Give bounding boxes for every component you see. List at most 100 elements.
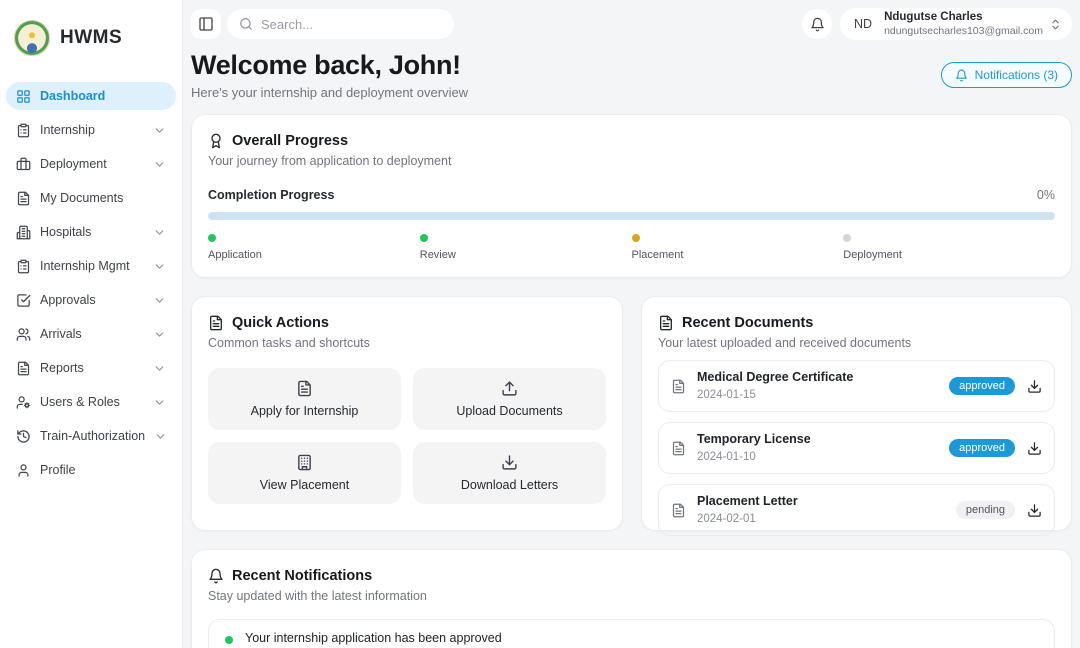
topbar: ND Ndugutse Charles ndungutsecharles103@… xyxy=(191,8,1072,40)
action-label: Download Letters xyxy=(461,478,558,492)
chevron-down-icon xyxy=(153,158,166,171)
document-name: Placement Letter xyxy=(697,494,956,510)
sidebar-item-internship-mgmt[interactable]: Internship Mgmt xyxy=(6,252,176,280)
card-title: Recent Notifications xyxy=(232,568,372,584)
document-meta: Placement Letter 2024-02-01 xyxy=(697,494,956,526)
recent-documents-card: Recent Documents Your latest uploaded an… xyxy=(641,296,1072,531)
document-name: Temporary License xyxy=(697,432,949,448)
sidebar-item-internship[interactable]: Internship xyxy=(6,116,176,144)
download-icon xyxy=(501,454,518,471)
user-icon xyxy=(16,463,31,478)
sidebar-item-label: Deployment xyxy=(40,157,144,171)
search-icon xyxy=(239,17,253,31)
file-icon xyxy=(16,361,31,376)
document-row[interactable]: Temporary License 2024-01-10 approved xyxy=(658,422,1055,474)
notification-body: Your internship application has been app… xyxy=(245,631,502,648)
sidebar-toggle-button[interactable] xyxy=(191,9,221,39)
chevron-down-icon xyxy=(153,124,166,137)
download-icon[interactable] xyxy=(1027,379,1042,394)
notification-bell-button[interactable] xyxy=(802,9,832,39)
avatar: ND xyxy=(854,17,872,31)
chevron-down-icon xyxy=(153,328,166,341)
action-label: Apply for Internship xyxy=(251,404,359,418)
upload-documents-button[interactable]: Upload Documents xyxy=(413,368,606,430)
user-menu[interactable]: ND Ndugutse Charles ndungutsecharles103@… xyxy=(840,8,1072,40)
status-badge: approved xyxy=(949,439,1015,457)
building-windows-icon xyxy=(296,454,313,471)
search-bar[interactable] xyxy=(227,9,454,39)
download-letters-button[interactable]: Download Letters xyxy=(413,442,606,504)
milestone-label: Deployment xyxy=(843,249,1055,261)
card-title: Overall Progress xyxy=(232,133,348,149)
sidebar-item-approvals[interactable]: Approvals xyxy=(6,286,176,314)
sidebar-nav: Dashboard Internship Deployment My Docum… xyxy=(6,82,176,484)
notifications-button-label: Notifications (3) xyxy=(975,68,1058,82)
overall-progress-card: Overall Progress Your journey from appli… xyxy=(191,114,1072,278)
download-icon[interactable] xyxy=(1027,503,1042,518)
sidebar: HWMS Dashboard Internship Deployment My … xyxy=(0,0,183,648)
progress-bar xyxy=(208,212,1055,220)
view-placement-button[interactable]: View Placement xyxy=(208,442,401,504)
sidebar-item-hospitals[interactable]: Hospitals xyxy=(6,218,176,246)
page-title: Welcome back, John! xyxy=(191,50,468,81)
sidebar-item-my-documents[interactable]: My Documents xyxy=(6,184,176,212)
sidebar-item-train-authorization[interactable]: Train-Authorization xyxy=(6,422,176,450)
sidebar-item-label: Train-Authorization xyxy=(40,429,145,443)
status-badge: approved xyxy=(949,377,1015,395)
user-email: ndungutsecharles103@gmail.com xyxy=(884,25,1043,37)
action-label: Upload Documents xyxy=(456,404,562,418)
action-label: View Placement xyxy=(260,478,349,492)
notifications-button[interactable]: Notifications (3) xyxy=(941,62,1072,88)
sidebar-item-label: Dashboard xyxy=(40,89,166,103)
sidebar-item-label: Hospitals xyxy=(40,225,144,239)
sidebar-item-dashboard[interactable]: Dashboard xyxy=(6,82,176,110)
sidebar-item-deployment[interactable]: Deployment xyxy=(6,150,176,178)
card-subtitle: Common tasks and shortcuts xyxy=(208,336,606,350)
bell-icon xyxy=(208,568,224,584)
sidebar-item-users-roles[interactable]: Users & Roles xyxy=(6,388,176,416)
page-subtitle: Here's your internship and deployment ov… xyxy=(191,85,468,100)
card-subtitle: Stay updated with the latest information xyxy=(208,589,1055,603)
sidebar-item-profile[interactable]: Profile xyxy=(6,456,176,484)
notification-item[interactable]: Your internship application has been app… xyxy=(208,619,1055,648)
status-dot xyxy=(632,234,640,242)
chevron-down-icon xyxy=(153,396,166,409)
download-icon[interactable] xyxy=(1027,441,1042,456)
sidebar-item-label: Reports xyxy=(40,361,144,375)
layout-grid-icon xyxy=(16,89,31,104)
document-name: Medical Degree Certificate xyxy=(697,370,949,386)
user-cog-icon xyxy=(16,395,31,410)
chevron-down-icon xyxy=(153,226,166,239)
notification-message: Your internship application has been app… xyxy=(245,631,502,645)
sidebar-item-arrivals[interactable]: Arrivals xyxy=(6,320,176,348)
page-header: Welcome back, John! Here's your internsh… xyxy=(191,50,1072,100)
file-icon xyxy=(208,315,224,331)
document-row[interactable]: Placement Letter 2024-02-01 pending xyxy=(658,484,1055,536)
milestone-label: Application xyxy=(208,249,420,261)
history-icon xyxy=(16,429,31,444)
document-meta: Temporary License 2024-01-10 xyxy=(697,432,949,464)
sidebar-item-reports[interactable]: Reports xyxy=(6,354,176,382)
sidebar-item-label: Users & Roles xyxy=(40,395,144,409)
building-icon xyxy=(16,225,31,240)
status-badge: pending xyxy=(956,501,1015,519)
status-dot xyxy=(420,234,428,242)
sidebar-item-label: Internship xyxy=(40,123,144,137)
milestone-placement: Placement xyxy=(632,234,844,261)
users-icon xyxy=(16,327,31,342)
file-icon xyxy=(671,441,686,456)
briefcase-icon xyxy=(16,157,31,172)
brand: HWMS xyxy=(6,20,176,56)
status-dot xyxy=(208,234,216,242)
search-input[interactable] xyxy=(261,17,442,32)
unread-dot xyxy=(225,636,233,644)
progress-value: 0% xyxy=(1037,188,1055,202)
document-meta: Medical Degree Certificate 2024-01-15 xyxy=(697,370,949,402)
document-row[interactable]: Medical Degree Certificate 2024-01-15 ap… xyxy=(658,360,1055,412)
award-icon xyxy=(208,133,224,149)
card-title: Recent Documents xyxy=(682,315,813,331)
sidebar-item-label: Arrivals xyxy=(40,327,144,341)
milestone-review: Review xyxy=(420,234,632,261)
chevron-down-icon xyxy=(153,260,166,273)
apply-for-internship-button[interactable]: Apply for Internship xyxy=(208,368,401,430)
